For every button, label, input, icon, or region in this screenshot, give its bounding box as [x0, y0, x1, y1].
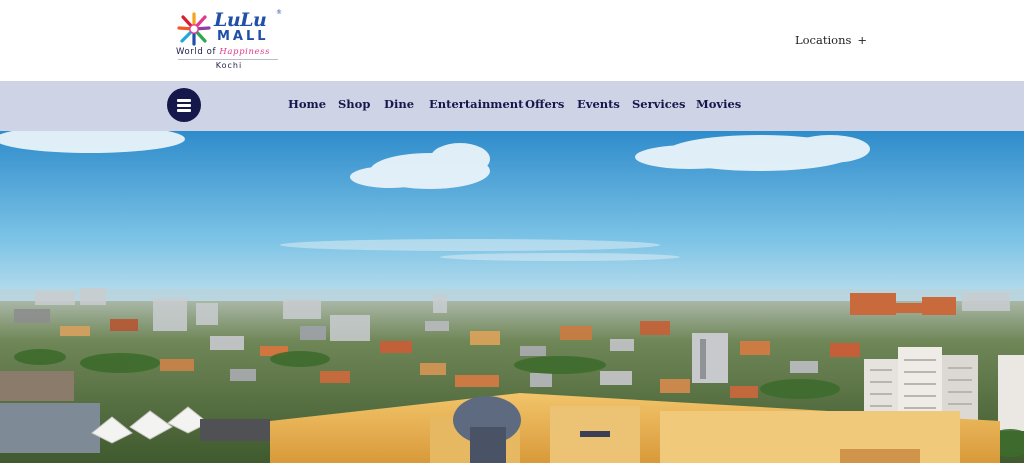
- logo-tagline: World of Happiness: [176, 47, 284, 57]
- nav-entertainment[interactable]: Entertainment: [429, 96, 523, 112]
- hero-banner: [0, 131, 1024, 463]
- logo-wordmark-mall: MALL: [217, 29, 269, 44]
- canopy-roof-dark: [200, 419, 270, 441]
- logo-city: Kochi: [215, 61, 243, 70]
- locations-label: Locations: [795, 33, 852, 47]
- nav-movies[interactable]: Movies: [696, 96, 741, 112]
- lulu-mall-logo[interactable]: LuLu ® MALL World of Happiness Kochi: [176, 9, 284, 73]
- nav-dine[interactable]: Dine: [384, 96, 414, 112]
- logo-wordmark-lulu: LuLu: [214, 9, 267, 31]
- hero-city-photo: [0, 131, 1024, 463]
- tagline-prefix: World of: [176, 47, 220, 57]
- main-nav: Home Shop Dine Entertainment Offers Even…: [0, 96, 1024, 112]
- locations-dropdown[interactable]: Locations +: [795, 33, 867, 47]
- nav-offers[interactable]: Offers: [525, 96, 564, 112]
- nav-services[interactable]: Services: [632, 96, 686, 112]
- top-header: LuLu ® MALL World of Happiness Kochi Loc…: [0, 0, 1024, 81]
- registered-mark: ®: [276, 9, 282, 16]
- starburst-logo-icon: [177, 12, 211, 46]
- tagline-highlight: Happiness: [219, 47, 271, 57]
- logo-divider: [178, 59, 278, 60]
- nav-shop[interactable]: Shop: [338, 96, 370, 112]
- nav-home[interactable]: Home: [288, 96, 326, 112]
- nav-events[interactable]: Events: [577, 96, 620, 112]
- sky: [0, 131, 1024, 311]
- plus-icon: +: [857, 33, 868, 47]
